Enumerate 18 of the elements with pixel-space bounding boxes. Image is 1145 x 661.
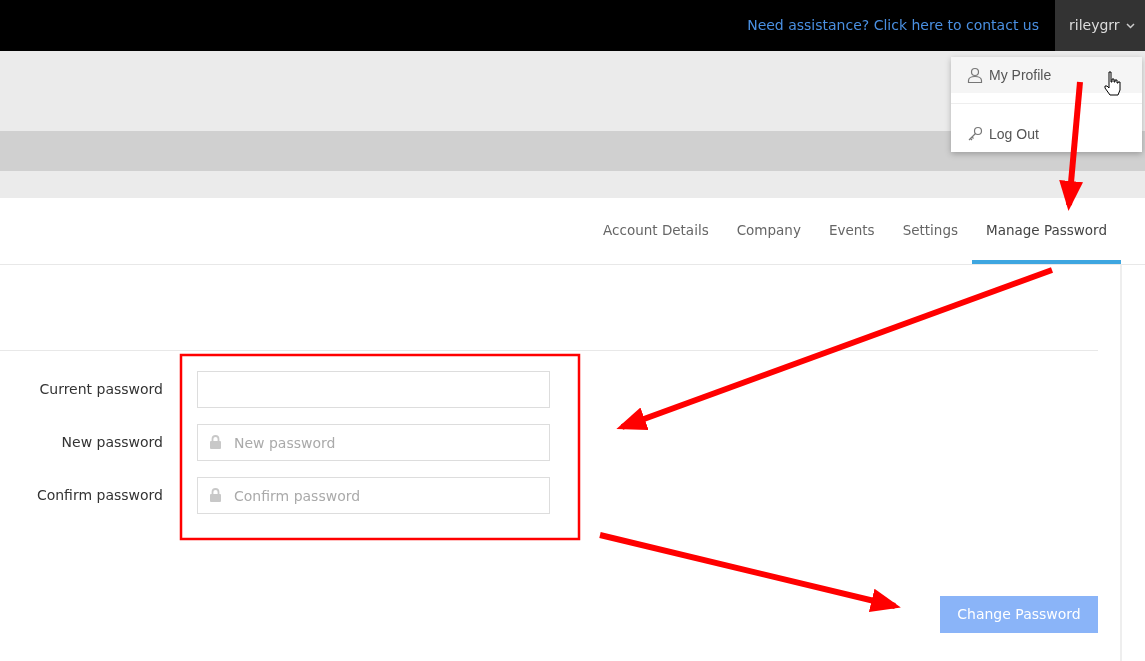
menu-item[interactable]: My Profile (951, 57, 1142, 93)
help-link[interactable]: Need assistance? Click here to contact us (747, 15, 1039, 36)
password-field[interactable]: Confirm password (197, 477, 550, 514)
hand-cursor-icon (1104, 71, 1121, 98)
user-menu-button[interactable]: rileygrr (1055, 0, 1145, 51)
menu-item[interactable]: Log Out (951, 116, 1142, 152)
tab[interactable]: Account Details (589, 200, 723, 264)
field-label: New password (60, 433, 163, 452)
person-icon (967, 67, 983, 83)
password-field[interactable]: New password (197, 424, 550, 461)
key-icon (967, 126, 983, 142)
tab[interactable]: Settings (888, 200, 972, 264)
tab[interactable]: Manage Password (972, 200, 1121, 264)
tab[interactable]: Company (722, 200, 815, 264)
field-label: Current password (38, 380, 163, 399)
tab[interactable]: Events (814, 200, 889, 264)
field-label: Confirm password (35, 486, 163, 505)
password-field[interactable] (197, 371, 550, 408)
